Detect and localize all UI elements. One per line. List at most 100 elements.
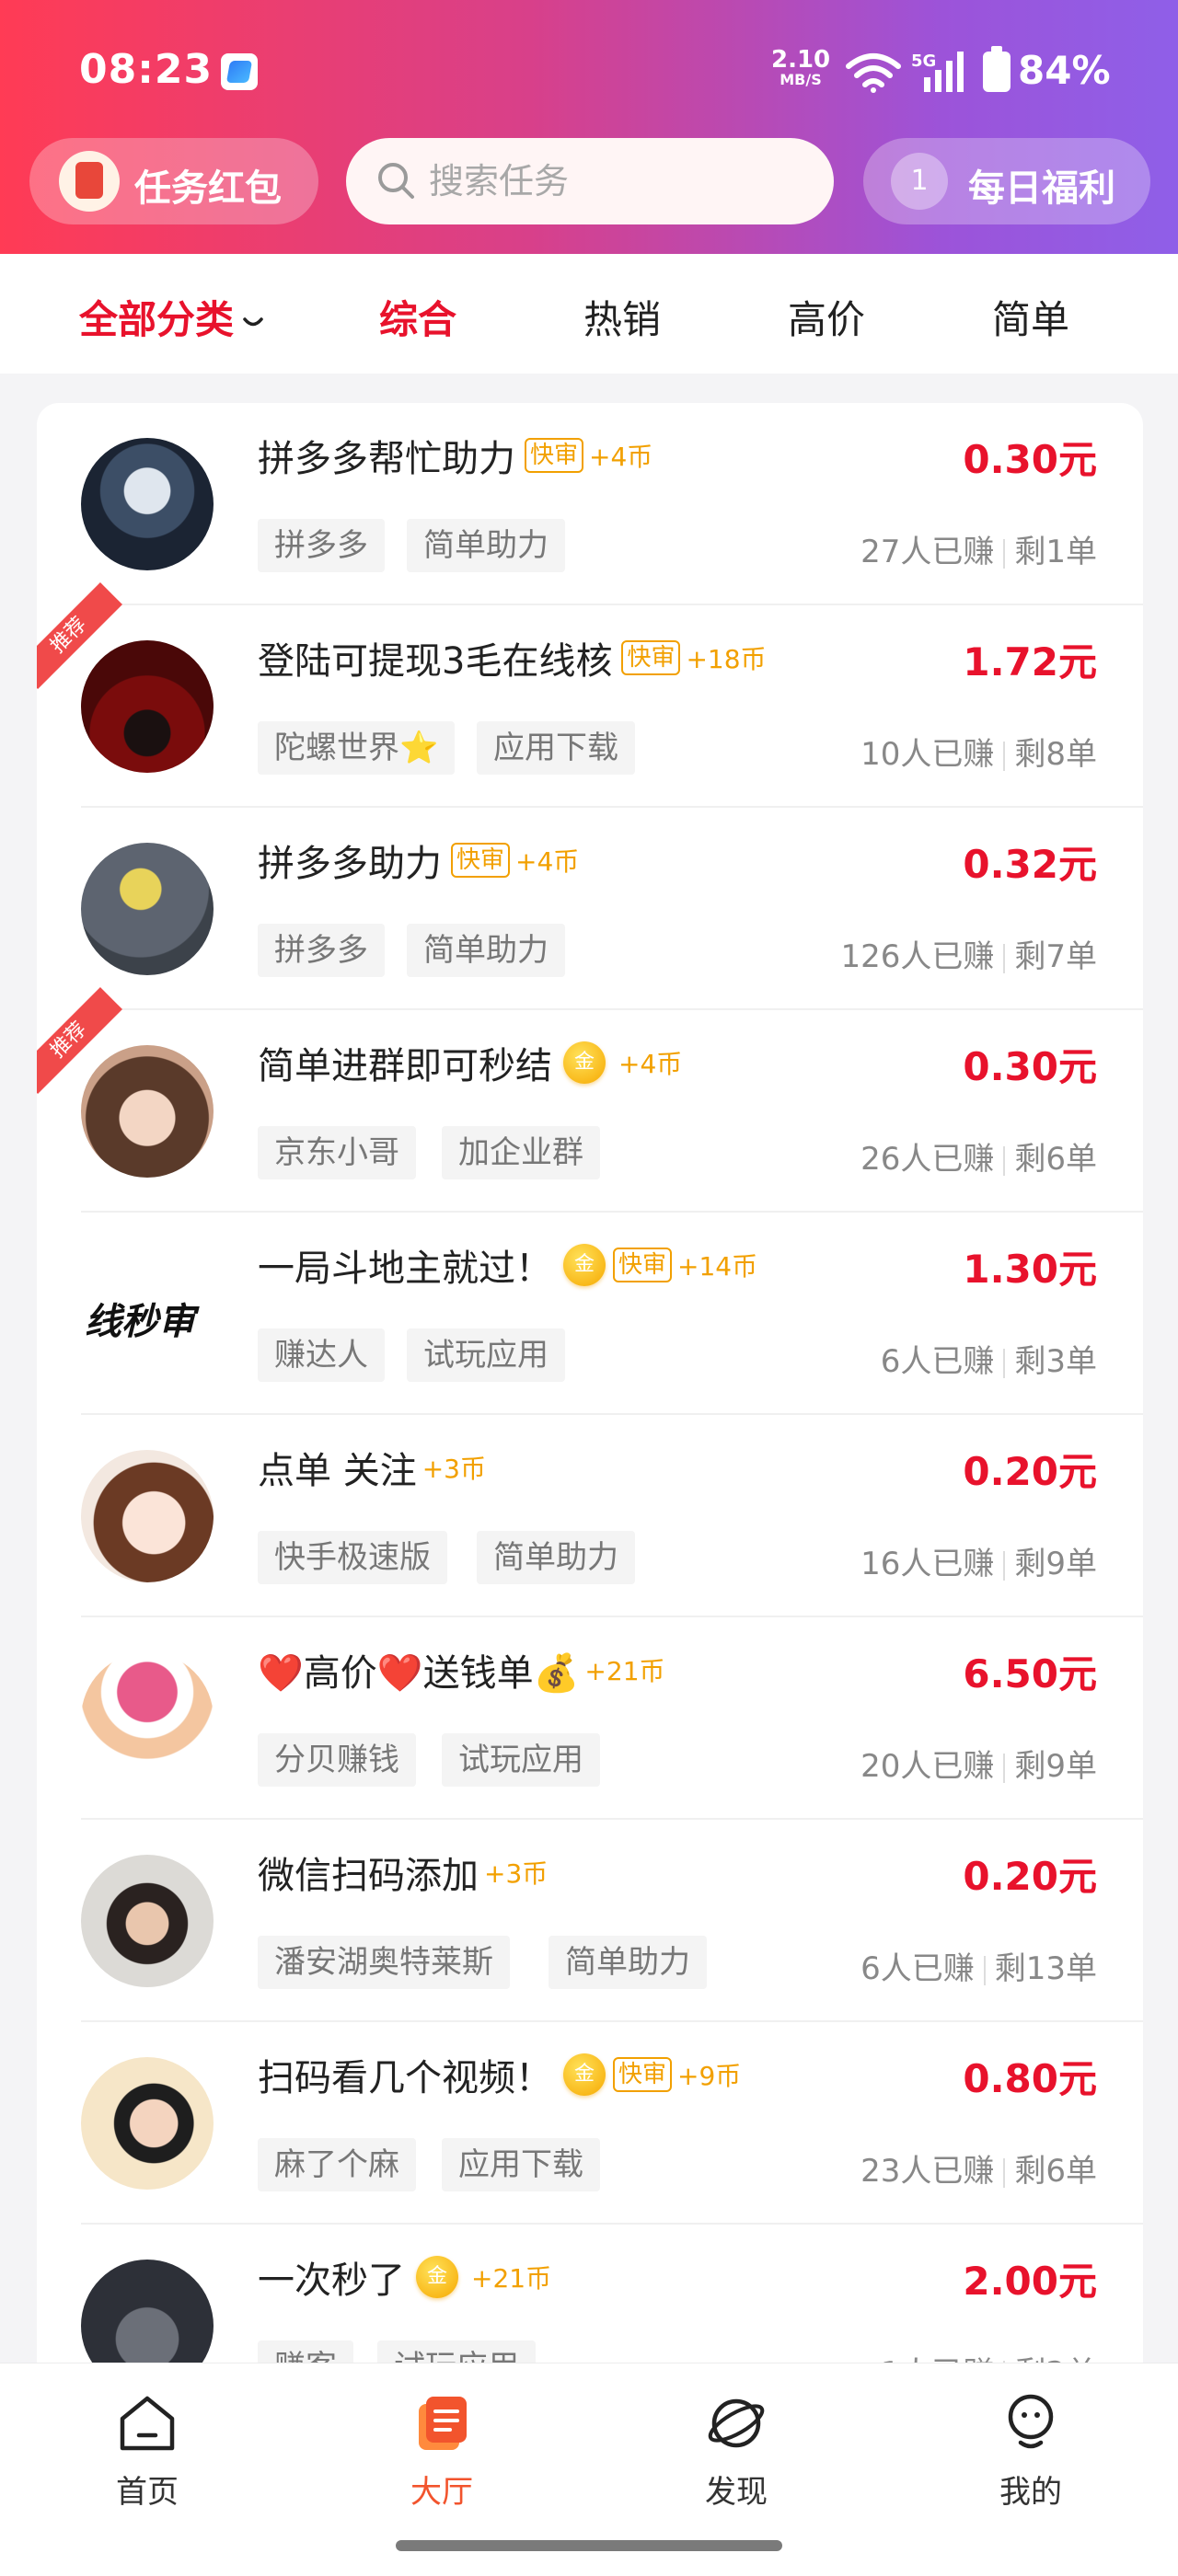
planet-icon [708, 2398, 765, 2448]
task-tag: 试玩应用 [377, 2340, 536, 2363]
daily-welfare-button[interactable]: 1 每日福利 [863, 138, 1150, 224]
task-price: 0.20元 [963, 1449, 1097, 1494]
home-indicator[interactable] [396, 2540, 782, 2551]
signal-icon: 5G [911, 52, 964, 92]
task-tag: 赚客 [258, 2340, 353, 2363]
coin-reward: +4币 [618, 1049, 683, 1079]
task-stats: 16人已赚 剩9单 [860, 1546, 1097, 1582]
coin-reward: +14币 [677, 1251, 758, 1282]
daily-welfare-badge: 1 [891, 153, 948, 210]
search-bar[interactable] [346, 138, 834, 224]
search-input[interactable] [429, 156, 797, 206]
task-tag: 麻了个麻 [258, 2138, 416, 2191]
home-icon [120, 2396, 175, 2451]
task-item[interactable]: ❤️高价❤️送钱单💰 +21币 6.50元 分贝赚钱 试玩应用 20人已赚 剩9单 [37, 1617, 1143, 1820]
svg-text:5G: 5G [911, 52, 936, 71]
header-bar: 08:23 2.10MB/S 5G 84% 任务红包 1 每日福利 [0, 0, 1178, 254]
task-price: 2.00元 [963, 2259, 1097, 2304]
nav-hall[interactable]: 大厅 [368, 2391, 515, 2512]
app-notification-icon [221, 53, 258, 90]
avatar [81, 640, 214, 773]
tab-high-price[interactable]: 高价 [788, 289, 865, 345]
nav-discover[interactable]: 发现 [663, 2391, 810, 2512]
coin-reward: +4币 [589, 442, 653, 472]
gold-coin-icon: 金 [416, 2256, 458, 2298]
task-stats: 26人已赚 剩6单 [860, 1141, 1097, 1178]
avatar [81, 2260, 214, 2363]
task-tag: 简单助力 [407, 519, 565, 572]
status-bar: 08:23 2.10 MB/S 5G 84% [0, 0, 1178, 138]
task-title: 扫码看几个视频！ [258, 2057, 552, 2099]
task-price: 1.30元 [963, 1247, 1097, 1292]
avatar [81, 1450, 214, 1582]
daily-welfare-label: 每日福利 [968, 167, 1115, 210]
fast-review-badge: 快审 [613, 2057, 673, 2092]
network-speed: 2.10 MB/S [771, 46, 831, 88]
gold-coin-icon: 金 [563, 1041, 606, 1084]
task-stats: 1人已赚剩2单 [881, 2348, 1097, 2363]
task-tag: 加企业群 [442, 1126, 600, 1179]
task-tag: 应用下载 [442, 2138, 600, 2191]
nav-home[interactable]: 首页 [74, 2391, 221, 2512]
task-stats: 27人已赚 剩1单 [860, 534, 1097, 570]
category-tabs: 全部分类 综合 热销 高价 简单 [0, 254, 1178, 374]
task-title: 一次秒了 [258, 2260, 405, 2302]
task-item[interactable]: 推荐 登陆可提现3毛在线核 快审 +18币 1.72元 陀螺世界⭐ 应用下载 10人… [37, 582, 1143, 808]
task-tag: 简单助力 [407, 924, 565, 977]
task-title: 拼多多帮忙助力 [258, 438, 515, 480]
nav-profile[interactable]: 我的 [957, 2391, 1104, 2512]
task-stats: 6人已赚 剩13单 [860, 1950, 1097, 1987]
task-item[interactable]: 微信扫码添加 +3币 0.20元 潘安湖奥特莱斯 简单助力 6人已赚 剩13单 [37, 1820, 1143, 2022]
fast-review-badge: 快审 [451, 843, 511, 878]
task-item[interactable]: 拼多多帮忙助力 快审 +4币 0.30元 拼多多 简单助力 27人已赚 剩1单 [37, 403, 1143, 605]
task-title: 微信扫码添加 [258, 1855, 479, 1897]
task-tag: 潘安湖奥特莱斯 [258, 1936, 510, 1989]
tab-all-categories[interactable]: 全部分类 [79, 289, 263, 345]
wifi-icon [846, 53, 901, 93]
task-price: 1.72元 [963, 639, 1097, 684]
task-item[interactable]: 推荐 简单进群即可秒结金 +4币 0.30元 京东小哥 加企业群 26人已赚 剩6单 [37, 987, 1143, 1213]
coin-reward: +18币 [686, 644, 767, 674]
task-item[interactable]: 一次秒了金 +21币 2.00元 赚客 试玩应用 1人已赚剩2单 [37, 2225, 1143, 2363]
gold-coin-icon: 金 [563, 1244, 606, 1286]
task-tag: 试玩应用 [442, 1733, 600, 1787]
task-tag: 赚达人 [258, 1328, 385, 1382]
avatar [81, 1045, 214, 1178]
task-tag: 快手极速版 [258, 1531, 447, 1584]
task-stats: 20人已赚 剩9单 [860, 1748, 1097, 1785]
task-price: 6.50元 [963, 1651, 1097, 1696]
avatar [81, 438, 214, 570]
red-packet-button[interactable]: 任务红包 [29, 138, 318, 224]
profile-icon [1008, 2394, 1054, 2449]
task-tag: 拼多多 [258, 924, 385, 977]
task-item[interactable]: 点单 关注 +3币 0.20元 快手极速版 简单助力 16人已赚 剩9单 [37, 1415, 1143, 1617]
task-tag: 拼多多 [258, 519, 385, 572]
avatar-text: 线秒审 [85, 1300, 195, 1343]
tab-hot-sales[interactable]: 热销 [583, 289, 661, 345]
gold-coin-icon: 金 [563, 2053, 606, 2096]
task-tag: 试玩应用 [407, 1328, 565, 1382]
bottom-nav: 首页 大厅 发现 我的 [0, 2363, 1178, 2576]
task-price: 0.20元 [963, 1854, 1097, 1899]
red-packet-label: 任务红包 [134, 167, 282, 210]
task-item[interactable]: 扫码看几个视频！ 金快审 +9币 0.80元 麻了个麻 应用下载 23人已赚 剩6单 [37, 2022, 1143, 2225]
task-item[interactable]: 拼多多助力 快审 +4币 0.32元 拼多多 简单助力 126人已赚 剩7单 [37, 808, 1143, 1010]
status-time: 08:23 [79, 46, 214, 93]
tab-simple[interactable]: 简单 [992, 289, 1069, 345]
coin-reward: +3币 [484, 1858, 549, 1889]
tab-comprehensive[interactable]: 综合 [379, 289, 456, 345]
avatar [81, 843, 214, 975]
task-stats: 126人已赚 剩7单 [840, 938, 1097, 975]
task-tag: 京东小哥 [258, 1126, 416, 1179]
fast-review-badge: 快审 [613, 1248, 673, 1282]
fast-review-badge: 快审 [621, 640, 681, 675]
task-title: 一局斗地主就过！ [258, 1248, 552, 1290]
task-price: 0.30元 [963, 437, 1097, 482]
battery-icon [983, 46, 1011, 92]
task-item[interactable]: 线秒审 一局斗地主就过！ 金快审 +14币 1.30元 赚达人 试玩应用 6人已赚剩… [37, 1213, 1143, 1415]
task-stats: 23人已赚 剩6单 [860, 2153, 1097, 2190]
search-icon [378, 163, 414, 199]
task-list: 拼多多帮忙助力 快审 +4币 0.30元 拼多多 简单助力 27人已赚 剩1单 推荐 … [37, 403, 1143, 2363]
task-tag: 陀螺世界⭐ [258, 721, 456, 775]
hall-icon [419, 2397, 467, 2450]
